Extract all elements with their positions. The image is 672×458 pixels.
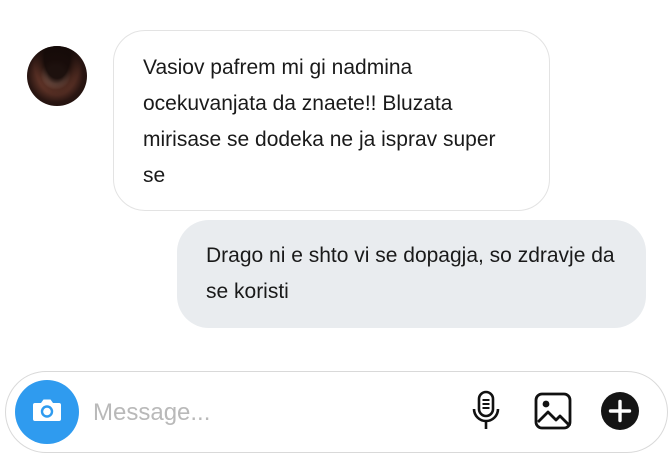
more-options-button[interactable] xyxy=(599,391,641,436)
message-input[interactable] xyxy=(93,394,423,432)
camera-button[interactable] xyxy=(15,380,79,444)
outgoing-message-text: Drago ni e shto vi se dopagja, so zdravj… xyxy=(206,244,615,303)
plus-circle-icon xyxy=(600,391,640,436)
incoming-message: Vasiov pafrem mi gi nadmina ocekuvanjata… xyxy=(113,30,550,211)
sender-avatar[interactable] xyxy=(27,46,87,106)
incoming-message-text: Vasiov pafrem mi gi nadmina ocekuvanjata… xyxy=(143,56,496,187)
message-composer xyxy=(5,371,668,453)
voice-message-button[interactable] xyxy=(465,390,507,437)
microphone-icon xyxy=(471,390,501,437)
attach-image-button[interactable] xyxy=(532,392,574,434)
camera-icon xyxy=(30,393,64,432)
image-icon xyxy=(534,392,572,435)
outgoing-message: Drago ni e shto vi se dopagja, so zdravj… xyxy=(177,220,646,328)
